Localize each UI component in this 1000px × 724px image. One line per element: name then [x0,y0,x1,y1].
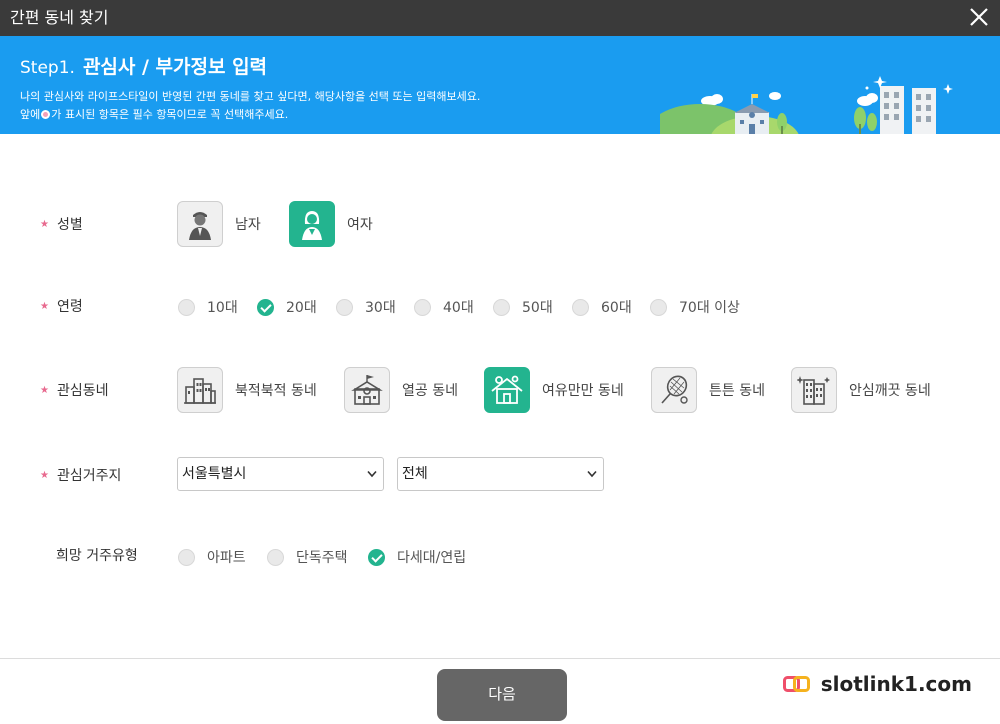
age-option-10[interactable]: 10대 [178,297,238,317]
man-icon [177,201,223,247]
city-select[interactable]: 서울특별시 [177,457,384,491]
radio-icon [267,548,284,566]
age-option-30[interactable]: 30대 [336,297,396,317]
location-label: ★ 관심거주지 [40,465,121,485]
woman-icon [289,201,335,247]
interest-relaxed-label: 여유만만 동네 [542,383,624,399]
district-select[interactable]: 전체 [397,457,604,491]
next-button[interactable]: 다음 [437,669,567,721]
city-select-value: 서울특별시 [182,466,247,482]
step-title: 관심사 / 부가정보 입력 [82,56,268,78]
interest-row: ★ 관심동네 북적북적 동네 열공 동네 여유만만 동네 튼튼 동네 안심깨끗 … [0,365,1000,415]
age-option-label: 70대 이상 [679,300,740,316]
required-star-icon: ★ [40,385,49,396]
required-star-icon: ★ [40,301,49,312]
radio-checked-icon [257,298,274,316]
age-option-label: 30대 [365,300,396,316]
chevron-down-icon [367,470,377,478]
housing-option-label: 아파트 [207,550,246,566]
step-heading: Step1. 관심사 / 부가정보 입력 [20,52,267,79]
housing-option-detached[interactable]: 단독주택 [267,547,348,567]
gender-label-text: 성별 [56,217,83,233]
interest-option-busy[interactable]: 북적북적 동네 [177,367,317,413]
housing-row: 희망 거주유형 아파트 단독주택 다세대/연립 [0,530,1000,580]
housing-label: 희망 거주유형 [56,548,138,564]
interest-busy-label: 북적북적 동네 [235,383,317,399]
window-title: 간편 동네 찾기 [10,8,109,27]
age-option-60[interactable]: 60대 [572,297,632,317]
housing-option-label: 다세대/연립 [397,550,467,566]
interest-option-study[interactable]: 열공 동네 [344,367,458,413]
interest-option-relaxed[interactable]: 여유만만 동네 [484,367,624,413]
gender-option-male[interactable]: 남자 [177,201,261,247]
interest-study-label: 열공 동네 [402,383,458,399]
house-icon [484,367,530,413]
radio-checked-icon [368,548,385,566]
radio-icon [178,298,195,316]
age-label-text: 연령 [56,299,83,315]
district-select-value: 전체 [402,466,428,482]
watermark: slotlink1.com [782,672,972,696]
age-option-label: 40대 [443,300,474,316]
description-suffix: 가 표시된 항목은 필수 항목이므로 꼭 선택해주세요. [51,108,289,121]
description-line-2: 앞에 가 표시된 항목은 필수 항목이므로 꼭 선택해주세요. [20,106,480,124]
age-option-70plus[interactable]: 70대 이상 [650,297,740,317]
gender-row: ★ 성별 남자 여자 [0,199,1000,249]
interest-option-safe[interactable]: 안심깨끗 동네 [791,367,931,413]
school-icon [344,367,390,413]
interest-safe-label: 안심깨끗 동네 [849,383,931,399]
gender-male-label: 남자 [235,217,261,233]
radio-icon [572,298,589,316]
gender-label: ★ 성별 [40,214,83,234]
step-banner: Step1. 관심사 / 부가정보 입력 나의 관심사와 라이프스타일이 반영된 … [0,36,1000,134]
gender-female-label: 여자 [347,217,373,233]
interest-label-text: 관심동네 [56,383,109,399]
window-titlebar: 간편 동네 찾기 [0,0,1000,36]
age-row: ★ 연령 10대 20대 30대 40대 50대 60대 70대 이상 [0,281,1000,331]
age-option-20[interactable]: 20대 [257,297,317,317]
housing-option-label: 단독주택 [296,550,348,566]
clean-building-icon [791,367,837,413]
footer-divider [0,658,1000,659]
required-star-icon: ★ [40,219,49,230]
location-label-text: 관심거주지 [56,468,122,484]
interest-healthy-label: 튼튼 동네 [709,383,765,399]
buildings-icon [177,367,223,413]
radio-icon [414,298,431,316]
age-option-label: 50대 [522,300,553,316]
required-dot-icon [41,110,51,119]
age-option-50[interactable]: 50대 [493,297,553,317]
location-row: ★ 관심거주지 서울특별시 전체 [0,450,1000,500]
radio-icon [336,298,353,316]
age-label: ★ 연령 [40,296,83,316]
step-description: 나의 관심사와 라이프스타일이 반영된 간편 동네를 찾고 싶다면, 해당사항을… [20,88,480,124]
step-number: Step1. [20,58,75,78]
close-icon[interactable] [966,4,992,30]
chevron-down-icon [587,470,597,478]
age-option-label: 20대 [286,300,317,316]
housing-option-multiplex[interactable]: 다세대/연립 [368,547,466,567]
description-prefix: 앞에 [20,108,41,121]
watermark-text: slotlink1.com [820,672,972,696]
radio-icon [493,298,510,316]
age-option-label: 60대 [601,300,632,316]
housing-option-apartment[interactable]: 아파트 [178,547,246,567]
age-option-40[interactable]: 40대 [414,297,474,317]
age-option-label: 10대 [207,300,238,316]
gender-option-female[interactable]: 여자 [289,201,373,247]
interest-option-healthy[interactable]: 튼튼 동네 [651,367,765,413]
radio-icon [650,298,667,316]
tennis-racket-icon [651,367,697,413]
link-logo-icon [782,676,810,692]
interest-label: ★ 관심동네 [40,380,109,400]
description-line-1: 나의 관심사와 라이프스타일이 반영된 간편 동네를 찾고 싶다면, 해당사항을… [20,90,481,103]
radio-icon [178,548,195,566]
town-illustration [660,76,953,134]
required-star-icon: ★ [40,470,49,481]
